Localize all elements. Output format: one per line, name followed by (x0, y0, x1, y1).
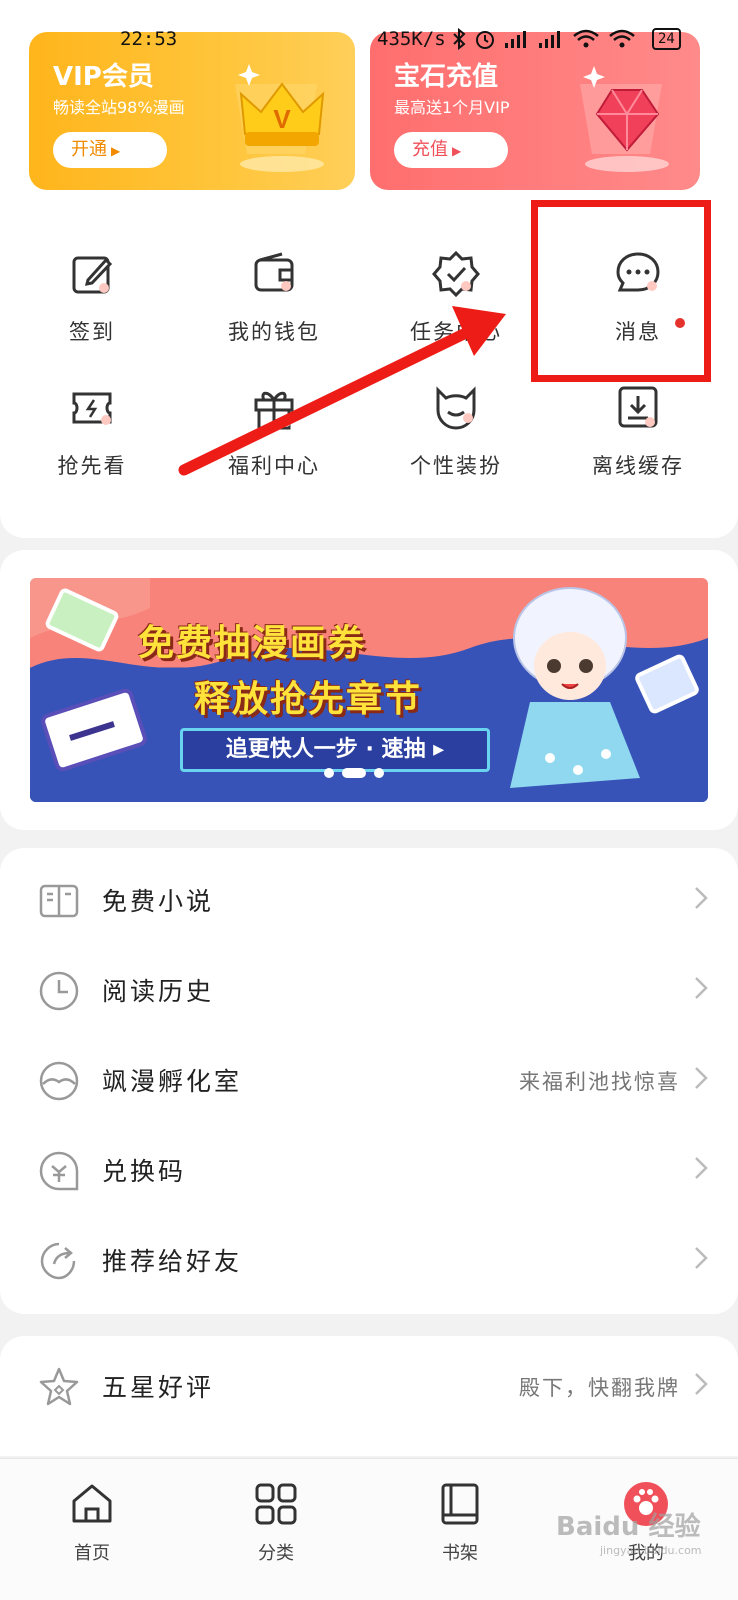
download-icon (618, 386, 658, 428)
menu-label-redeem-code: 兑换码 (102, 1157, 187, 1186)
chevron-right-icon (695, 977, 708, 999)
nav-tab-bookshelf[interactable]: 书架 (400, 1481, 520, 1565)
alarm-icon (476, 31, 494, 49)
wifi-icon (573, 29, 599, 48)
menu-label-recommend-friend: 推荐给好友 (102, 1247, 243, 1276)
ticket-icon (72, 392, 112, 425)
vip-title: VIP会员 (53, 62, 154, 92)
status-time: 22:53 (120, 28, 178, 50)
watermark: Baidu 经验 (556, 1512, 701, 1542)
carousel-dot[interactable] (324, 768, 334, 778)
banner-headline-1: 免费抽漫画券 (138, 623, 367, 664)
grid-item-checkin[interactable]: 签到 (12, 250, 172, 360)
bowl-icon (39, 1061, 79, 1101)
grid-label-early-access: 抢先看 (57, 454, 127, 478)
star-icon (39, 1367, 79, 1406)
status-bar: 22:53 435K/s 24 (0, 28, 738, 54)
grid-item-early-access[interactable]: 抢先看 (12, 384, 172, 494)
gift-icon (254, 391, 294, 430)
rate-section: 五星好评 殿下，快翻我牌 (0, 1336, 738, 1456)
menu-hint-five-star-rating: 殿下，快翻我牌 (519, 1376, 680, 1400)
gem-title: 宝石充值 (394, 62, 499, 92)
wallet-icon (254, 252, 294, 292)
menu-label-incubator: 飒漫孵化室 (102, 1067, 243, 1096)
banner-section: 免费抽漫画券 释放抢先章节 追更快人一步 · 速抽 ▸ (0, 550, 738, 830)
carousel-dots[interactable] (324, 768, 384, 778)
grid-item-personal-dressup[interactable]: 个性装扮 (376, 384, 536, 494)
crown-icon: V (235, 64, 325, 172)
promo-banner[interactable]: 免费抽漫画券 释放抢先章节 追更快人一步 · 速抽 ▸ (30, 578, 708, 802)
menu-item-free-novel[interactable]: 免费小说 (0, 854, 738, 944)
badge-check-icon (432, 250, 480, 298)
play-triangle-icon: ▶ (111, 144, 121, 158)
signal-icon (505, 31, 526, 48)
menu-item-incubator[interactable]: 飒漫孵化室 来福利池找惊喜 (0, 1034, 738, 1124)
chevron-right-icon (695, 1373, 708, 1395)
grid-item-task-center[interactable]: 任务中心 (376, 250, 536, 360)
menu-label-five-star-rating: 五星好评 (102, 1373, 215, 1402)
banner-headline-2: 释放抢先章节 (194, 679, 423, 720)
menu-hint-incubator: 来福利池找惊喜 (519, 1070, 680, 1094)
share-icon (40, 1242, 76, 1280)
grid-item-welfare-center[interactable]: 福利中心 (194, 384, 354, 494)
gem-recharge-button-label: 充值 (412, 139, 448, 160)
gem-subtitle: 最高送1个月VIP (394, 98, 510, 117)
menu-label-reading-history: 阅读历史 (102, 977, 215, 1006)
highlight-box (531, 200, 711, 382)
edit-icon (72, 256, 113, 294)
nav-tab-category[interactable]: 分类 (216, 1481, 336, 1565)
menu-item-reading-history[interactable]: 阅读历史 (0, 944, 738, 1034)
gem-promo-card[interactable]: 宝石充值 最高送1个月VIP 充值 ▶ (370, 32, 700, 190)
grid-item-wallet[interactable]: 我的钱包 (194, 250, 354, 360)
grid-label-personal-dressup: 个性装扮 (410, 454, 502, 478)
svg-text:V: V (273, 104, 291, 134)
menu-item-five-star-rating[interactable]: 五星好评 殿下，快翻我牌 (0, 1340, 738, 1430)
status-icons: 24 (452, 28, 681, 50)
carousel-dot-active[interactable] (342, 768, 366, 778)
cat-face-icon (436, 386, 476, 430)
chevron-right-icon (695, 1157, 708, 1179)
gem-icon (580, 66, 669, 172)
nav-label-bookshelf: 书架 (442, 1543, 478, 1564)
network-speed: 435K/s (377, 28, 446, 50)
wifi-icon-2 (609, 29, 635, 48)
banner-cta[interactable]: 追更快人一步 · 速抽 ▸ (180, 728, 490, 772)
chevron-right-icon (695, 1247, 708, 1269)
home-icon (72, 1484, 112, 1523)
watermark-sub: jingyan.baidu.com (600, 1544, 702, 1557)
grid-label-offline-cache: 离线缓存 (592, 454, 684, 478)
chevron-right-icon (695, 1067, 708, 1089)
chevron-right-icon (695, 887, 708, 909)
play-triangle-icon: ▶ (452, 144, 462, 158)
carousel-dot[interactable] (374, 768, 384, 778)
vip-open-button[interactable]: 开通 ▶ (53, 132, 167, 168)
nav-label-home: 首页 (74, 1543, 110, 1564)
grid-label-wallet: 我的钱包 (228, 320, 320, 344)
bookshelf-icon (441, 1483, 479, 1525)
grid-icon (255, 1483, 297, 1525)
vip-open-button-label: 开通 (71, 139, 107, 160)
menu-item-recommend-friend[interactable]: 推荐给好友 (0, 1214, 738, 1304)
grid-label-task-center: 任务中心 (410, 320, 502, 344)
signal-icon-2 (539, 31, 560, 48)
coupon-icon (39, 1151, 79, 1191)
clock-icon (39, 971, 79, 1011)
grid-label-checkin: 签到 (69, 320, 115, 344)
vip-subtitle: 畅读全站98%漫画 (53, 98, 185, 117)
battery-indicator: 24 (652, 28, 681, 50)
menu-list: 免费小说 阅读历史 飒漫孵化室 来福利池找惊喜 兑换码 推荐给好友 (0, 848, 738, 1314)
grid-item-offline-cache[interactable]: 离线缓存 (558, 384, 718, 494)
gem-recharge-button[interactable]: 充值 ▶ (394, 132, 508, 168)
grid-label-welfare-center: 福利中心 (228, 454, 320, 478)
bluetooth-icon (453, 28, 466, 50)
menu-label-free-novel: 免费小说 (102, 887, 215, 916)
nav-label-category: 分类 (258, 1543, 294, 1564)
nav-tab-home[interactable]: 首页 (32, 1481, 152, 1565)
book-open-icon (39, 884, 79, 918)
menu-item-redeem-code[interactable]: 兑换码 (0, 1124, 738, 1214)
vip-promo-card[interactable]: VIP会员 畅读全站98%漫画 开通 ▶ V (29, 32, 355, 190)
